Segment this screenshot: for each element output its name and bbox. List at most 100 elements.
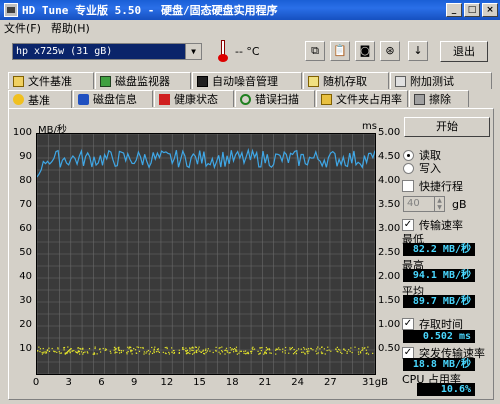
- tab-folder-usage[interactable]: 文件夹占用率: [316, 90, 408, 107]
- access-time-point: [149, 351, 151, 353]
- tab-file-benchmark[interactable]: 文件基准: [8, 72, 94, 89]
- access-time-point: [120, 351, 123, 354]
- tab-noise-management[interactable]: 自动噪音管理: [192, 72, 302, 89]
- access-time-point: [310, 347, 312, 350]
- access-time-point: [372, 352, 374, 354]
- access-time-point: [157, 350, 159, 352]
- download-icon[interactable]: ↓: [408, 41, 428, 61]
- y-tick-left: 30: [19, 295, 32, 306]
- access-time-point: [93, 353, 95, 355]
- benchmark-chart-svg: [36, 133, 376, 375]
- access-time-point: [315, 350, 317, 352]
- speaker-icon: [197, 75, 208, 87]
- tab-erase[interactable]: 擦除: [409, 90, 469, 107]
- tab-disk-info[interactable]: 磁盘信息: [73, 90, 153, 107]
- short-stroke-checkbox[interactable]: 快捷行程: [402, 178, 463, 194]
- access-time-point: [118, 352, 121, 354]
- short-stroke-check[interactable]: [402, 180, 414, 192]
- tab-benchmark[interactable]: 基准: [8, 90, 72, 108]
- access-time-point: [142, 346, 144, 349]
- access-time-point: [181, 348, 184, 350]
- access-time-point: [77, 347, 79, 349]
- transfer-rate-check[interactable]: ✓: [402, 219, 414, 231]
- access-time-point: [259, 347, 261, 349]
- access-time-point: [113, 349, 115, 351]
- access-time-point: [293, 352, 296, 354]
- access-time-point: [348, 349, 350, 351]
- access-time-point: [265, 346, 267, 349]
- access-time-point: [126, 351, 128, 354]
- tab-health[interactable]: 健康状态: [154, 90, 234, 107]
- spinner-arrows-icon[interactable]: ▲ ▼: [434, 197, 444, 211]
- write-radio-dot[interactable]: [403, 162, 414, 174]
- minimize-button[interactable]: _: [446, 3, 462, 17]
- access-time-point: [316, 348, 318, 350]
- chevron-down-icon[interactable]: ▼: [185, 44, 201, 59]
- access-time-point: [137, 346, 140, 348]
- disk-icon[interactable]: ⊛: [380, 41, 400, 61]
- access-time-point: [290, 347, 292, 350]
- access-time-point: [275, 353, 277, 355]
- tab-random-access[interactable]: 随机存取: [303, 72, 389, 89]
- access-time-point: [212, 351, 214, 354]
- access-time-point: [351, 351, 353, 354]
- write-radio[interactable]: 写入: [403, 160, 441, 176]
- tab-disk-monitor[interactable]: 磁盘监视器: [95, 72, 191, 89]
- access-time-point: [224, 353, 226, 355]
- menu-help[interactable]: 帮助(H): [51, 20, 90, 36]
- access-time-point: [168, 351, 170, 354]
- access-time-point: [361, 347, 363, 349]
- access-time-point: [171, 347, 173, 349]
- max-value: 94.1 MB/秒: [403, 269, 475, 282]
- access-time-point: [240, 350, 243, 352]
- close-button[interactable]: ×: [482, 3, 498, 17]
- benchmark-graph: [36, 133, 376, 375]
- access-time-point: [143, 351, 145, 353]
- access-time-point: [343, 348, 345, 350]
- access-time-point: [173, 351, 176, 354]
- access-time-point: [270, 352, 272, 354]
- camera-icon[interactable]: ◙: [355, 41, 375, 61]
- access-time-point: [232, 348, 234, 351]
- access-time-point: [110, 352, 112, 354]
- access-time-point: [317, 352, 319, 354]
- file-icon: [13, 75, 24, 87]
- access-time-point: [189, 350, 191, 352]
- exit-button[interactable]: 退出: [440, 41, 488, 62]
- access-time-point: [140, 347, 142, 349]
- access-time-point: [265, 349, 267, 351]
- tab-extra-tests[interactable]: 附加测试: [390, 72, 492, 89]
- access-time-check[interactable]: ✓: [402, 318, 414, 330]
- access-time-point: [88, 348, 91, 350]
- access-time-point: [260, 350, 262, 352]
- access-time-point: [264, 351, 267, 353]
- access-time-point: [296, 350, 298, 352]
- drive-select[interactable]: hp x725w (31 gB) ▼: [12, 43, 202, 60]
- read-radio-dot[interactable]: [403, 149, 414, 161]
- menu-file[interactable]: 文件(F): [4, 20, 41, 36]
- access-time-point: [118, 346, 120, 348]
- access-time-point: [43, 352, 45, 354]
- access-time-point: [261, 346, 263, 349]
- maximize-button[interactable]: □: [464, 3, 480, 17]
- x-tick: 0: [32, 377, 40, 388]
- access-time-point: [198, 350, 200, 352]
- access-time-point: [297, 348, 300, 350]
- health-cross-icon: [159, 93, 170, 105]
- access-time-point: [82, 353, 84, 355]
- access-time-point: [302, 351, 304, 353]
- access-time-point: [224, 349, 226, 352]
- access-time-point: [168, 353, 171, 355]
- access-time-point: [192, 349, 194, 352]
- start-button[interactable]: 开始: [404, 117, 490, 137]
- short-stroke-spinner[interactable]: 40 ▲ ▼: [403, 196, 445, 212]
- access-time-point: [153, 350, 155, 352]
- copy-icon[interactable]: ⧉: [305, 41, 325, 61]
- paste-icon[interactable]: 📋: [330, 41, 350, 61]
- access-time-point: [42, 347, 44, 350]
- tab-error-scan[interactable]: 错误扫描: [235, 90, 315, 107]
- access-time-point: [215, 346, 217, 349]
- access-time-point: [358, 353, 360, 355]
- access-time-point: [284, 350, 286, 352]
- access-time-point: [346, 352, 348, 354]
